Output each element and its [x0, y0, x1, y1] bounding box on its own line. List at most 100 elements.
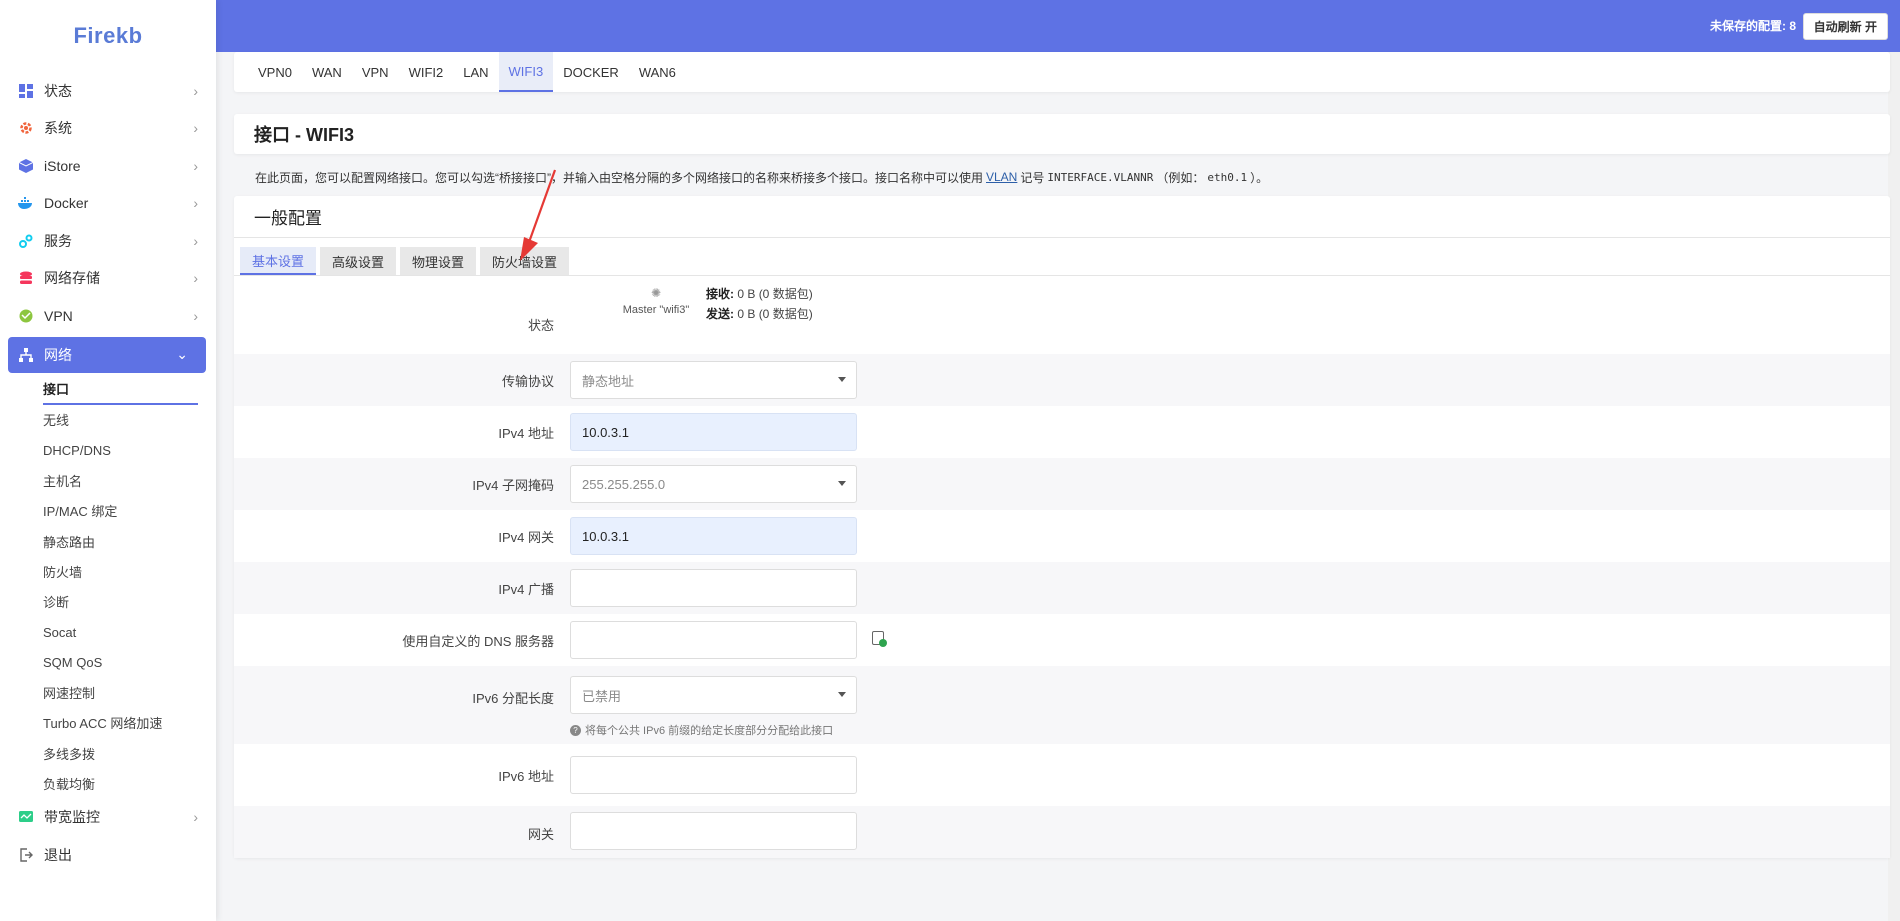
sidebar-item-monitor[interactable]: 带宽监控 › — [0, 799, 216, 837]
chevron-right-icon: › — [193, 232, 198, 249]
submenu-item[interactable]: 网速控制 — [43, 677, 216, 707]
auto-refresh-button[interactable]: 自动刷新 开 — [1802, 13, 1888, 40]
submenu-item[interactable]: IP/MAC 绑定 — [43, 496, 216, 526]
network-icon — [18, 347, 34, 363]
subtab[interactable]: 物理设置 — [400, 247, 477, 275]
chevron-right-icon: › — [193, 195, 198, 212]
chevron-right-icon: › — [193, 157, 198, 174]
submenu-item[interactable]: 主机名 — [43, 465, 216, 495]
description-text: 记号 — [1020, 170, 1045, 185]
select-value: 静态地址 — [582, 373, 635, 389]
help-text: 将每个公共 IPv6 前缀的给定长度部分分配给此接口 — [585, 725, 834, 737]
submenu-item[interactable]: 接口 — [43, 375, 198, 405]
description-text: （例如： — [1156, 170, 1205, 185]
unsaved-changes-link[interactable]: 未保存的配置: 8 — [1710, 17, 1796, 34]
sidebar-item-label: VPN — [44, 307, 73, 324]
page-description: 在此页面，您可以配置网络接口。您可以勾选“桥接接口”，并输入由空格分隔的多个网络… — [234, 163, 1890, 191]
submenu-item[interactable]: 负载均衡 — [43, 768, 216, 798]
sidebar-item-dashboard[interactable]: 状态 › — [0, 72, 216, 110]
sidebar-item-network[interactable]: 网络 ⌄ — [8, 336, 206, 373]
ipv6-address-row: IPv6 地址 — [234, 744, 1890, 806]
sidebar-item-label: 服务 — [44, 232, 72, 249]
field-label: 状态 — [527, 317, 554, 333]
ipv4-broadcast-input[interactable] — [570, 569, 857, 607]
field-label: 传输协议 — [501, 373, 554, 389]
sidebar-item-logout[interactable]: 退出 — [0, 836, 216, 874]
add-entry-icon[interactable] — [872, 631, 887, 647]
top-bar: 未保存的配置: 8 自动刷新 开 — [216, 0, 1900, 52]
ipv4-netmask-row: IPv4 子网掩码 255.255.255.0 — [234, 458, 1890, 510]
field-label: IPv4 网关 — [498, 529, 554, 545]
tab-wan[interactable]: WAN — [302, 52, 352, 92]
submenu-item[interactable]: 防火墙 — [43, 556, 216, 586]
submenu-item[interactable]: 多线多拨 — [43, 738, 216, 768]
sidebar-item-cube[interactable]: iStore › — [0, 147, 216, 185]
sidebar-item-label: 带宽监控 — [44, 809, 100, 826]
ipv4-netmask-select[interactable]: 255.255.255.0 — [570, 465, 857, 503]
field-label: 网关 — [527, 827, 554, 842]
tab-vpn0[interactable]: VPN0 — [248, 52, 302, 92]
interface-tabs: VPN0 WAN VPN WIFI2 LAN WIFI3 DOCKER WAN6 — [234, 52, 1890, 92]
next-field-row: 网关 — [234, 806, 1890, 858]
field-label: IPv6 地址 — [498, 768, 554, 784]
description-code: eth0.1 — [1207, 170, 1248, 184]
sidebar-item-vpn[interactable]: VPN › — [0, 297, 216, 335]
tab-wan6[interactable]: WAN6 — [629, 52, 686, 92]
submenu-item[interactable]: DHCP/DNS — [43, 435, 216, 465]
custom-dns-row: 使用自定义的 DNS 服务器 — [234, 614, 1890, 666]
submenu-item[interactable]: SQM QoS — [43, 647, 216, 677]
tab-lan[interactable]: LAN — [453, 52, 498, 92]
sidebar: Firekb 状态 › 系统 › iStore › Docker › 服务 › 网络存储 › VPN › … — [0, 0, 216, 921]
section-title: 一般配置 — [234, 196, 1890, 238]
chevron-right-icon: › — [193, 270, 198, 287]
tab-wifi3[interactable]: WIFI3 — [498, 52, 554, 92]
vlan-link[interactable]: VLAN — [986, 170, 1017, 184]
config-subtabs: 基本设置 高级设置 物理设置 防火墙设置 — [234, 238, 1890, 276]
status-box: ✺ Master "wifi3" 接收: 0 B (0 数据包) 发送: 0 B… — [612, 286, 813, 324]
submenu-item[interactable]: 诊断 — [43, 587, 216, 617]
tab-wifi2[interactable]: WIFI2 — [399, 52, 454, 92]
ipv4-address-input[interactable]: 10.0.3.1 — [570, 413, 857, 451]
subtab[interactable]: 基本设置 — [240, 247, 317, 275]
next-field-input[interactable] — [570, 812, 857, 850]
tx-value: 0 B (0 数据包) — [737, 307, 813, 321]
submenu-item[interactable]: Turbo ACC 网络加速 — [43, 708, 216, 738]
ipv4-gateway-row: IPv4 网关 10.0.3.1 — [234, 510, 1890, 562]
field-label: 使用自定义的 DNS 服务器 — [402, 633, 554, 649]
chevron-right-icon: › — [193, 82, 198, 99]
description-text: 在此页面，您可以配置网络接口。您可以勾选“桥接接口”，并输入由空格分隔的多个网络… — [255, 170, 983, 185]
tab-vpn[interactable]: VPN — [352, 52, 399, 92]
sidebar-item-storage[interactable]: 网络存储 › — [0, 260, 216, 298]
submenu-item[interactable]: Socat — [43, 617, 216, 647]
tab-docker[interactable]: DOCKER — [553, 52, 629, 92]
sidebar-menu: 状态 › 系统 › iStore › Docker › 服务 › 网络存储 › VPN › — [0, 72, 216, 335]
protocol-select[interactable]: 静态地址 — [570, 361, 857, 399]
ipv6-length-select[interactable]: 已禁用 — [570, 676, 857, 714]
monitor-icon — [18, 809, 34, 825]
ipv4-address-row: IPv4 地址 10.0.3.1 — [234, 406, 1890, 458]
storage-icon — [18, 270, 34, 286]
sidebar-item-gear[interactable]: 系统 › — [0, 110, 216, 148]
field-label: IPv4 子网掩码 — [472, 477, 554, 493]
traffic-stats: 接收: 0 B (0 数据包) 发送: 0 B (0 数据包) — [706, 284, 813, 324]
submenu-item[interactable]: 静态路由 — [43, 526, 216, 556]
ipv4-gateway-input[interactable]: 10.0.3.1 — [570, 517, 857, 555]
wifi-device: ✺ Master "wifi3" — [612, 286, 700, 324]
subtab[interactable]: 高级设置 — [320, 247, 397, 275]
sidebar-item-docker[interactable]: Docker › — [0, 185, 216, 223]
submenu-item[interactable]: 无线 — [43, 405, 216, 435]
chevron-right-icon: › — [193, 809, 198, 826]
caret-down-icon — [838, 692, 846, 697]
field-label: IPv4 地址 — [498, 425, 554, 441]
rx-value: 0 B (0 数据包) — [737, 287, 813, 301]
sidebar-item-label: 网络 — [44, 346, 72, 363]
description-code: INTERFACE.VLANNR — [1047, 170, 1154, 184]
annotation-arrow-icon — [520, 169, 557, 261]
brand-logo[interactable]: Firekb — [0, 0, 216, 72]
caret-down-icon — [838, 377, 846, 382]
custom-dns-input[interactable] — [570, 621, 857, 659]
sidebar-item-services[interactable]: 服务 › — [0, 222, 216, 260]
field-label: IPv6 分配长度 — [472, 691, 554, 706]
ipv6-length-help: ? 将每个公共 IPv6 前缀的给定长度部分分配给此接口 — [570, 722, 857, 738]
ipv6-address-input[interactable] — [570, 756, 857, 794]
